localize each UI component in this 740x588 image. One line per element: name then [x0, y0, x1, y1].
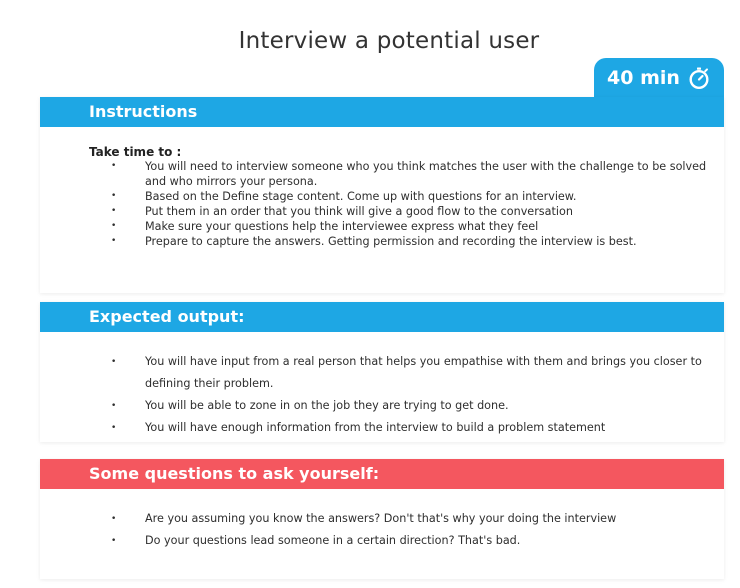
list-item: • Are you assuming you know the answers? … [111, 512, 617, 525]
instructions-list: • You will need to interview someone who … [89, 159, 724, 249]
list-item: • You will have enough information from t… [111, 421, 606, 434]
questions-list: • Are you assuming you know the answers? … [89, 508, 724, 552]
list-item: • Prepare to capture the answers. Getting… [111, 235, 637, 248]
list-item: • Make sure your questions help the inter… [111, 220, 539, 233]
list-item: • Put them in an order that you think wil… [111, 205, 573, 218]
instructions-section: Instructions Take time to : • You will ne… [40, 97, 724, 293]
expected-output-section: Expected output: • You will have input fr… [40, 302, 724, 442]
list-item: • You will be able to zone in on the job … [111, 399, 509, 412]
expected-output-heading: Expected output: [40, 302, 724, 332]
instructions-heading: Instructions [40, 97, 724, 127]
timer-badge: 40 min [594, 58, 724, 98]
timer-label: 40 min [607, 67, 680, 89]
expected-output-list: • You will have input from a real person … [89, 351, 724, 439]
list-item: • You will have input from a real person … [111, 355, 702, 390]
questions-heading: Some questions to ask yourself: [40, 459, 724, 489]
instructions-intro: Take time to : [89, 145, 182, 159]
list-item: • Based on the Define stage content. Come… [111, 190, 577, 203]
page-title: Interview a potential user [238, 28, 540, 54]
stopwatch-icon [689, 67, 709, 90]
questions-section: Some questions to ask yourself: • Are you… [40, 459, 724, 579]
list-item: • You will need to interview someone who … [111, 160, 707, 188]
list-item: • Do your questions lead someone in a cer… [111, 534, 521, 547]
